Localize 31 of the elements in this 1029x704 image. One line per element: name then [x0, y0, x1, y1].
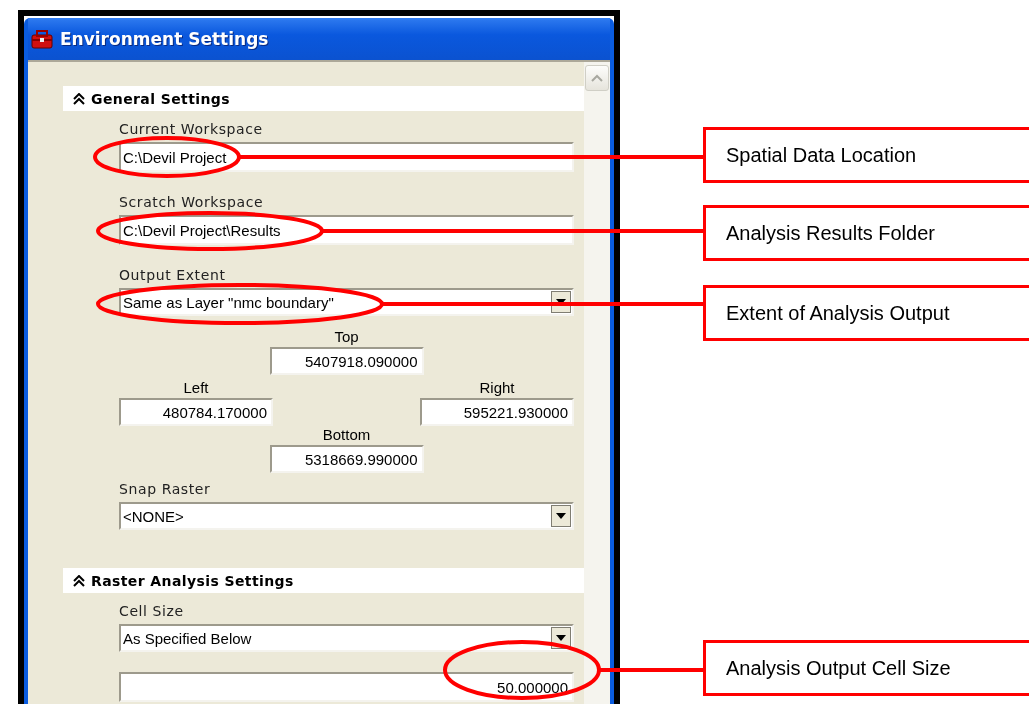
field-label: Right — [479, 379, 515, 397]
dropdown-field[interactable]: As Specified Below — [119, 624, 574, 652]
field-label: Bottom — [322, 426, 371, 444]
field-label: Scratch Workspace — [119, 193, 264, 212]
number-field[interactable]: 5407918.090000 — [269, 347, 424, 375]
callout-label: Extent of Analysis Output — [703, 285, 1029, 341]
field-label: Snap Raster — [119, 480, 211, 499]
number-field[interactable]: 50.000000 — [119, 672, 574, 702]
section-header[interactable]: Raster Analysis Settings — [63, 568, 584, 593]
number-field[interactable]: 595221.930000 — [420, 398, 574, 426]
field-label: Cell Size — [119, 602, 184, 621]
section-title: Raster Analysis Settings — [91, 572, 294, 589]
callout-label: Spatial Data Location — [703, 127, 1029, 183]
callout-label: Analysis Output Cell Size — [703, 640, 1029, 696]
window-title: Environment Settings — [60, 29, 269, 49]
caret-icon — [556, 299, 566, 305]
caret-icon — [556, 635, 566, 641]
field-label: Top — [334, 328, 359, 346]
field-label: Current Workspace — [119, 120, 263, 139]
scrollbar[interactable] — [584, 62, 610, 704]
caret-icon — [556, 513, 566, 519]
callout-label: Analysis Results Folder — [703, 205, 1029, 261]
dropdown-button[interactable] — [551, 505, 571, 527]
dropdown-field[interactable]: <NONE> — [119, 502, 574, 530]
field-label: Left — [183, 379, 209, 397]
toolbox-icon — [30, 29, 54, 49]
number-field[interactable]: 480784.170000 — [119, 398, 273, 426]
section-title: General Settings — [91, 90, 230, 107]
number-field[interactable]: 5318669.990000 — [269, 445, 424, 473]
section-header[interactable]: General Settings — [63, 86, 584, 111]
field-label: Output Extent — [119, 266, 226, 285]
